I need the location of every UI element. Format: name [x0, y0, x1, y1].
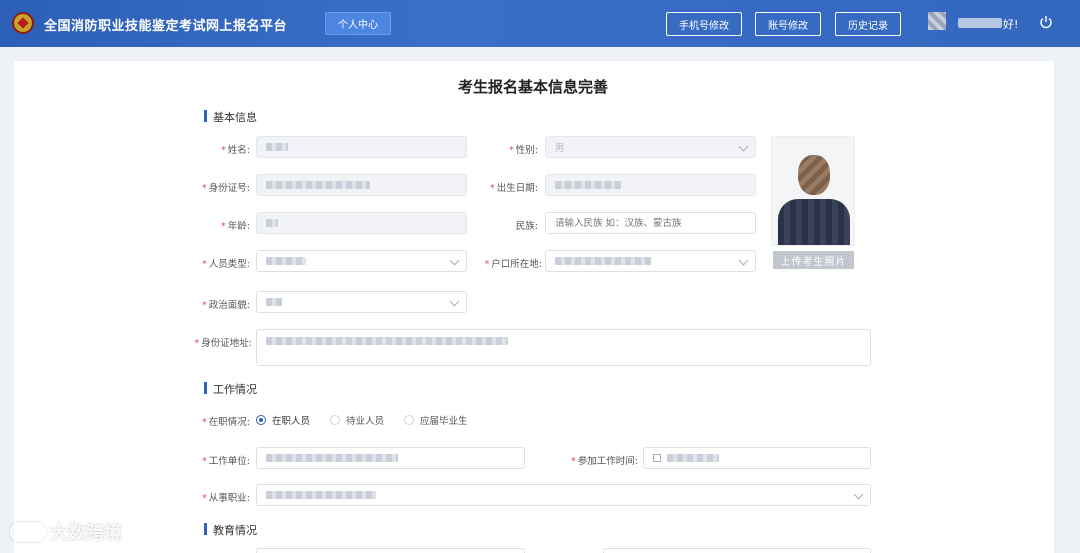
chevron-down-icon [449, 255, 460, 266]
education-field-2[interactable] [603, 548, 871, 553]
change-phone-button[interactable]: 手机号修改 [666, 12, 742, 36]
change-account-button[interactable]: 账号修改 [755, 12, 821, 36]
radio-employed[interactable]: 在职人员 [256, 413, 310, 427]
id-address-textarea[interactable] [256, 329, 871, 366]
id-number-field [256, 174, 467, 196]
person-type-label: * 人员类型: [202, 259, 250, 270]
employer-label: * 工作单位: [202, 456, 250, 467]
ethnicity-input[interactable] [545, 212, 756, 234]
name-field [256, 136, 467, 158]
radio-dot-icon [256, 415, 266, 425]
chevron-down-icon [738, 255, 749, 266]
age-label: * 年龄: [221, 221, 250, 232]
section-basic-info: 基本信息 [204, 109, 257, 125]
top-header: 全国消防职业技能鉴定考试网上报名平台 个人中心 手机号修改 账号修改 历史记录 … [0, 0, 1080, 47]
upload-photo-button[interactable]: 上传考生照片 [773, 251, 854, 269]
id-number-label: * 身份证号: [202, 183, 250, 194]
employer-input[interactable] [256, 447, 525, 469]
hukou-label: * 户口所在地: [484, 259, 542, 270]
user-avatar[interactable] [928, 12, 946, 30]
radio-dot-icon [330, 415, 340, 425]
chevron-down-icon [449, 296, 460, 307]
political-status-select[interactable] [256, 291, 467, 313]
education-field-1[interactable] [256, 548, 525, 553]
radio-unemployed[interactable]: 待业人员 [330, 413, 384, 427]
power-icon[interactable] [1039, 15, 1053, 29]
fire-emblem-logo [12, 12, 34, 34]
age-field [256, 212, 467, 234]
political-status-label: * 政治面貌: [202, 300, 250, 311]
section-work-info: 工作情况 [204, 381, 257, 397]
calendar-icon [653, 454, 661, 462]
page-title: 考生报名基本信息完善 [457, 78, 608, 96]
radio-graduate[interactable]: 应届毕业生 [404, 413, 468, 427]
name-label: * 姓名: [221, 145, 250, 156]
employment-status-label: * 在职情况: [202, 417, 250, 428]
candidate-photo [771, 136, 855, 246]
radio-dot-icon [404, 415, 414, 425]
occupation-label: * 从事职业: [202, 493, 250, 504]
form-card [14, 61, 1054, 553]
app-title: 全国消防职业技能鉴定考试网上报名平台 [44, 19, 288, 34]
chevron-down-icon [738, 141, 749, 152]
history-button[interactable]: 历史记录 [835, 12, 901, 36]
gender-label: * 性别: [509, 145, 538, 156]
hukou-select[interactable] [545, 250, 756, 272]
gender-select[interactable]: 男 [545, 136, 756, 158]
occupation-select[interactable] [256, 484, 871, 506]
birth-date-label: * 出生日期: [490, 183, 538, 194]
username-redacted [958, 18, 1002, 28]
greeting-text: 好! [1003, 18, 1019, 31]
watermark: 大数跨境 [10, 519, 122, 545]
section-education-info: 教育情况 [204, 522, 257, 538]
ethnicity-label: 民族: [515, 221, 538, 232]
work-start-label: * 参加工作时间: [571, 456, 638, 467]
chevron-down-icon [853, 489, 864, 500]
birth-date-field [545, 174, 756, 196]
person-type-select[interactable] [256, 250, 467, 272]
personal-center-button[interactable]: 个人中心 [325, 12, 391, 35]
watermark-logo-icon [10, 522, 46, 542]
id-address-label: * 身份证地址: [194, 338, 252, 349]
work-start-date-picker[interactable] [643, 447, 871, 469]
